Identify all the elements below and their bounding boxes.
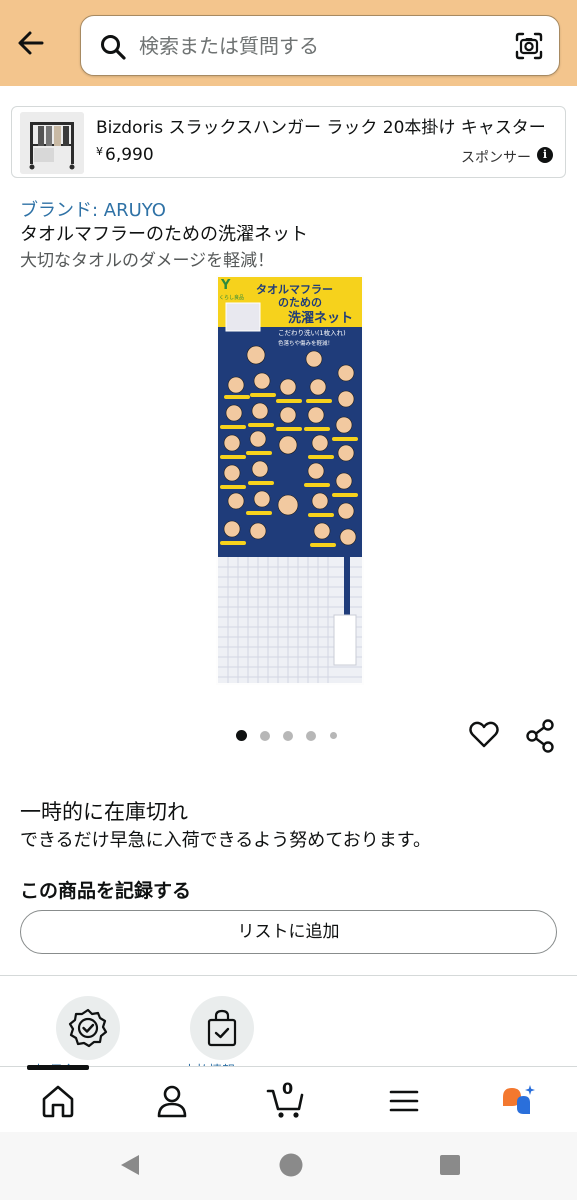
ad-title[interactable]: Bizdoris スラックスハンガー ラック 20本掛け キャスター <box>96 113 556 138</box>
ad-price: ¥6,990 <box>96 145 154 165</box>
rufus-icon[interactable] <box>498 1081 538 1121</box>
search-icon <box>101 35 126 60</box>
arrow-left-icon[interactable] <box>14 26 48 60</box>
product-subtitle: 大切なタオルのダメージを軽減！ <box>20 251 275 271</box>
add-to-list-button[interactable]: リストに追加 <box>20 910 557 954</box>
hanger-rack-image <box>20 112 84 174</box>
package-note2: 色落ちや傷みを軽減！ <box>278 339 333 347</box>
package-logo: くらし良品 <box>219 294 244 301</box>
carousel-dot[interactable] <box>260 730 270 741</box>
badge-check-icon <box>68 1008 108 1048</box>
section-divider <box>0 975 577 976</box>
package-note1: こだわり洗い(1枚入れ) <box>278 328 346 337</box>
sponsored-product-ad[interactable]: Bizdoris スラックスハンガー ラック 20本掛け キャスター ¥6,99… <box>11 106 566 178</box>
sponsor-label: スポンサー <box>461 150 531 166</box>
active-tab-indicator <box>27 1065 89 1070</box>
track-product-heading: この商品を記録する <box>20 880 192 902</box>
carousel-dot[interactable] <box>306 730 316 741</box>
stock-status: 一時的に在庫切れ <box>20 800 188 824</box>
feature-secure[interactable] <box>190 996 254 1060</box>
carousel-dot-active[interactable] <box>236 730 247 741</box>
feature-badge[interactable] <box>56 996 120 1060</box>
secure-bag-icon <box>207 1009 237 1047</box>
carousel-dot[interactable] <box>330 732 337 739</box>
package-title-line3: 洗濯ネット <box>288 310 353 326</box>
account-icon[interactable] <box>152 1081 192 1121</box>
package-title-line2: のための <box>278 296 322 309</box>
cart-count: 0 <box>282 1079 294 1098</box>
system-recents-icon[interactable] <box>438 1153 462 1177</box>
system-back-icon[interactable] <box>118 1152 142 1178</box>
share-icon[interactable] <box>524 718 556 754</box>
heart-icon[interactable] <box>468 718 500 750</box>
bottom-navigation: 0 <box>0 1065 577 1132</box>
menu-icon[interactable] <box>384 1081 424 1121</box>
carousel-dot[interactable] <box>283 730 293 741</box>
search-bar[interactable] <box>80 15 560 76</box>
ad-price-value: 6,990 <box>105 145 154 165</box>
svg-text:Y: Y <box>220 278 231 293</box>
brand-link[interactable]: ブランド: ARUYO <box>20 196 166 222</box>
product-image[interactable]: タオルマフラー のための 洗濯ネット Y くらし良品 こだわり洗い(1枚入れ) … <box>216 275 364 685</box>
currency-symbol: ¥ <box>96 145 103 158</box>
system-navigation-bar <box>0 1132 577 1200</box>
info-icon[interactable]: i <box>537 147 553 163</box>
home-icon[interactable] <box>38 1081 78 1121</box>
package-title-line1: タオルマフラー <box>256 283 333 296</box>
app-header <box>0 0 577 86</box>
camera-icon[interactable] <box>513 30 545 62</box>
system-home-icon[interactable] <box>278 1152 304 1178</box>
cart-button[interactable]: 0 <box>266 1079 306 1121</box>
stock-message: できるだけ早急に入荷できるよう努めております。 <box>20 830 431 851</box>
search-input[interactable] <box>139 28 499 64</box>
product-title: タオルマフラーのための洗濯ネット <box>20 224 308 245</box>
ad-product-thumbnail[interactable] <box>20 112 84 174</box>
